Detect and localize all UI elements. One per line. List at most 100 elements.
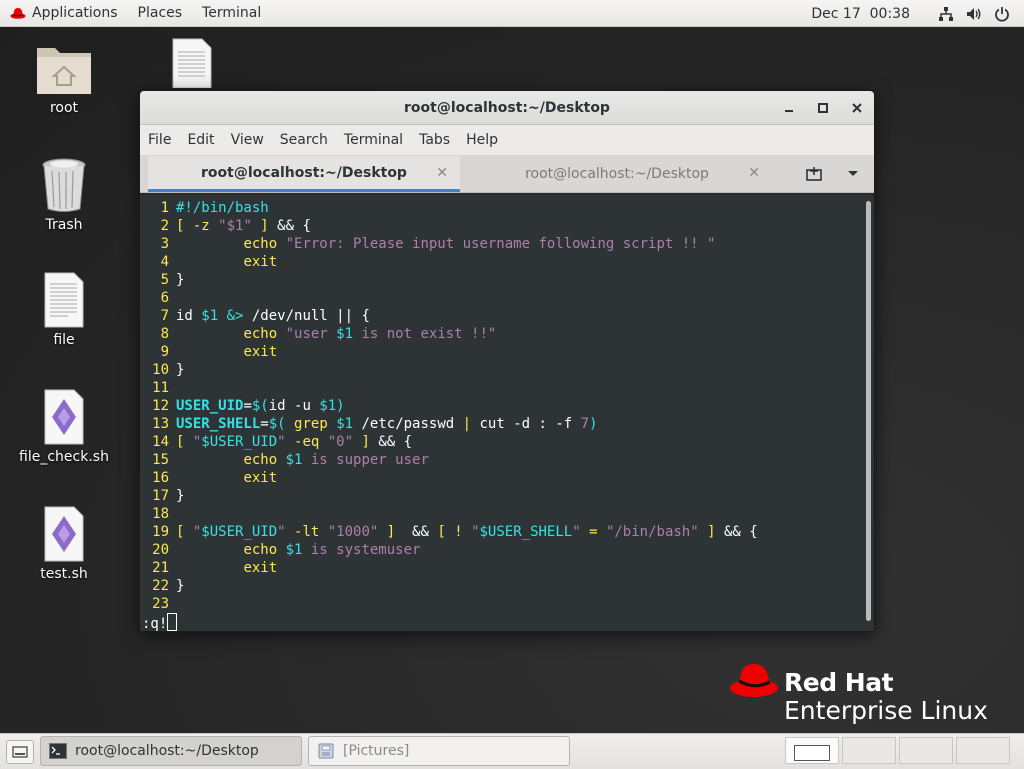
code-token: ] — [353, 434, 379, 450]
code-token: ] — [378, 524, 413, 540]
tab-label: root@localhost:~/Desktop — [201, 164, 407, 181]
code-token: echo — [243, 542, 278, 558]
volume-icon[interactable] — [966, 6, 982, 22]
code-token: id — [176, 308, 202, 324]
code-token: " — [471, 524, 480, 540]
tab-close-icon[interactable]: ✕ — [748, 165, 760, 181]
top-bar: Applications Places Terminal Dec 17 00:3… — [0, 0, 1024, 27]
workspace-3[interactable] — [899, 737, 953, 764]
menu-file[interactable]: File — [140, 132, 179, 148]
scrollbar-thumb[interactable] — [866, 201, 871, 621]
vim-command-line[interactable]: :q! — [140, 613, 864, 631]
maximize-button[interactable] — [806, 91, 840, 124]
tab-active[interactable]: root@localhost:~/Desktop ✕ — [148, 156, 460, 192]
chevron-down-icon — [848, 171, 858, 176]
code-line: 17} — [140, 487, 864, 505]
code-token: is not exist !!" — [353, 326, 497, 342]
brand-line-1: Red Hat — [784, 668, 894, 697]
menu-search[interactable]: Search — [272, 132, 336, 148]
code-token: " — [277, 434, 286, 450]
home-folder-icon — [37, 48, 91, 94]
menu-edit[interactable]: Edit — [179, 132, 222, 148]
line-number: 6 — [160, 290, 169, 306]
scrollbar[interactable] — [864, 195, 874, 631]
terminal-window[interactable]: root@localhost:~/Desktop File Edit View … — [139, 90, 875, 632]
taskbar-label: [Pictures] — [343, 743, 410, 759]
workspace-4[interactable] — [956, 737, 1010, 764]
code-token: "0" — [327, 434, 354, 450]
text-file-icon — [172, 38, 212, 88]
desktop-icon-file-check[interactable]: file_check.sh — [9, 389, 119, 465]
code-token: $1 — [201, 308, 219, 324]
line-number: 11 — [152, 380, 169, 396]
desktop-icon-document[interactable] — [172, 38, 212, 88]
places-menu[interactable]: Places — [128, 0, 193, 27]
code-line: 7 id $1 &> /dev/null || { — [140, 307, 864, 325]
code-token: #!/bin/bash — [176, 200, 269, 216]
minimize-button[interactable] — [772, 91, 806, 124]
code-token: echo — [243, 326, 278, 342]
desktop-icon-label: test.sh — [40, 566, 88, 582]
power-icon[interactable] — [994, 6, 1010, 22]
system-tray: Dec 17 00:38 — [811, 0, 1024, 27]
code-line: 5} — [140, 271, 864, 289]
code-token: $1 — [319, 398, 337, 414]
code-line: 3 echo "Error: Please input username fol… — [140, 235, 864, 253]
menu-terminal[interactable]: Terminal — [336, 132, 411, 148]
tab-menu-button[interactable] — [833, 156, 873, 192]
code-token: "/bin/bash" — [605, 524, 699, 540]
code-token: "$1" — [218, 218, 252, 234]
desktop-icon-file[interactable]: file — [9, 272, 119, 348]
taskbar-item-pictures[interactable]: [Pictures] — [308, 736, 570, 766]
code-token: USER_SHELL — [176, 416, 261, 432]
code-line: 19[ "$USER_UID" -lt "1000" ] && [ ! "$US… — [140, 523, 864, 541]
show-desktop-icon — [12, 746, 28, 758]
code-line: 18 — [140, 505, 864, 523]
tab-inactive[interactable]: root@localhost:~/Desktop ✕ — [462, 156, 772, 192]
window-titlebar[interactable]: root@localhost:~/Desktop — [140, 91, 874, 125]
code-token: &> — [226, 308, 244, 324]
new-tab-button[interactable] — [794, 156, 834, 192]
code-line: 16 exit — [140, 469, 864, 487]
menu-help[interactable]: Help — [458, 132, 506, 148]
clock[interactable]: Dec 17 00:38 — [811, 6, 910, 22]
desktop-icon-trash[interactable]: Trash — [9, 157, 119, 233]
terminal-content[interactable]: 1 #!/bin/bash 2[ -z "$1" ] && {3 echo "Err… — [140, 195, 864, 631]
line-number: 4 — [160, 254, 169, 270]
menu-tabs[interactable]: Tabs — [411, 132, 458, 148]
close-button[interactable] — [840, 91, 874, 124]
line-number: 9 — [160, 344, 169, 360]
line-number: 5 — [160, 272, 169, 288]
menu-view[interactable]: View — [223, 132, 272, 148]
code-line: 14[ "$USER_UID" -eq "0" ] && { — [140, 433, 864, 451]
taskbar-item-terminal[interactable]: root@localhost:~/Desktop — [40, 736, 302, 766]
desktop-icon-label: file — [53, 332, 75, 348]
maximize-icon — [818, 102, 828, 113]
redhat-logo-icon — [10, 8, 26, 19]
redhat-hat-logo-icon — [730, 664, 778, 697]
tab-close-icon[interactable]: ✕ — [436, 165, 448, 181]
desktop-icon-test[interactable]: test.sh — [9, 506, 119, 582]
workspace-1[interactable] — [785, 737, 839, 764]
code-token: $1 — [285, 452, 303, 468]
applications-menu[interactable]: Applications — [0, 0, 128, 27]
code-token: [ — [176, 434, 193, 450]
code-token: && — [412, 524, 438, 540]
network-icon[interactable] — [938, 6, 954, 22]
code-token: && { — [277, 218, 311, 234]
line-number: 20 — [152, 542, 169, 558]
desktop-icon-root[interactable]: root — [9, 40, 119, 116]
workspace-2[interactable] — [842, 737, 896, 764]
line-number: 18 — [152, 506, 169, 522]
brand-line-2: Enterprise Linux — [784, 696, 988, 725]
code-token: echo — [243, 452, 278, 468]
code-token: is systemuser — [302, 542, 421, 558]
terminal-app-menu[interactable]: Terminal — [192, 0, 271, 27]
show-desktop-button[interactable] — [6, 740, 34, 764]
tab-label: root@localhost:~/Desktop — [525, 166, 709, 182]
